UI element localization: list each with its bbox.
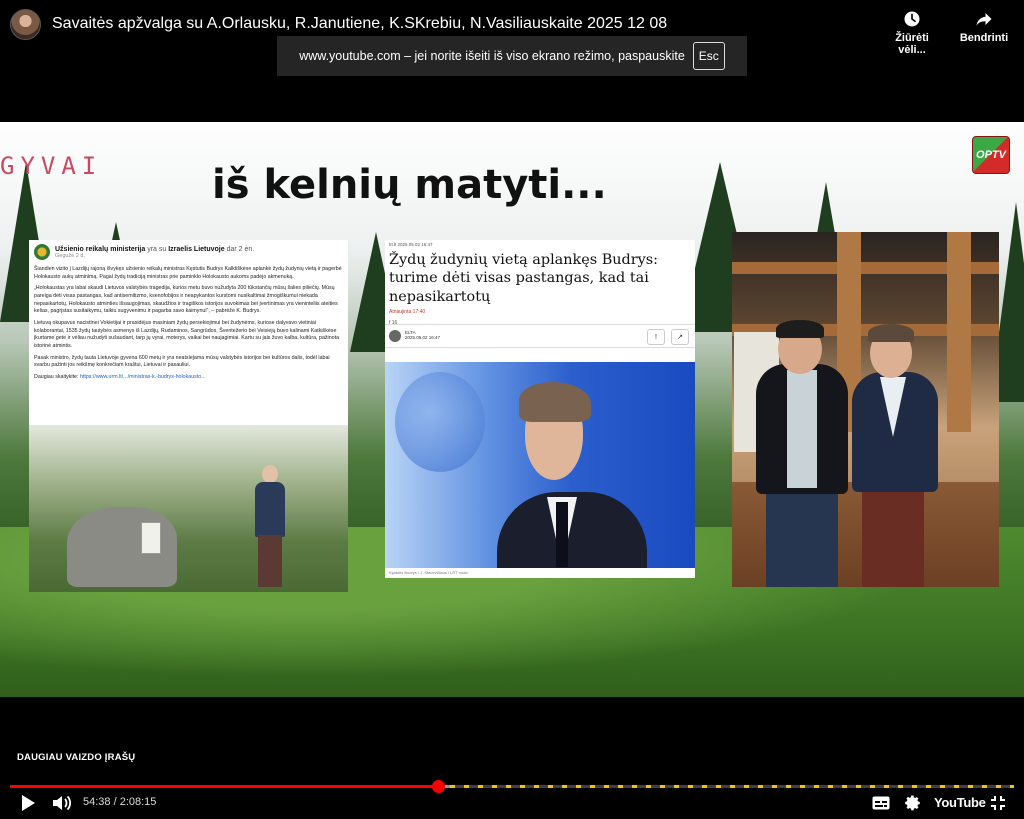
settings-icon bbox=[905, 795, 920, 811]
channel-avatar[interactable] bbox=[10, 9, 41, 40]
share-label: Bendrinti bbox=[959, 32, 1009, 44]
watch-later-icon bbox=[904, 11, 920, 27]
wood-post bbox=[947, 232, 971, 432]
person-left-hair bbox=[776, 320, 824, 338]
person-left-shirt bbox=[787, 370, 817, 488]
progress-played bbox=[10, 785, 438, 788]
person-left-jeans bbox=[766, 494, 838, 587]
fb-paragraph: Pasak ministro, žydų tauta Lietuvoje gyv… bbox=[34, 354, 330, 369]
subtitles-button[interactable] bbox=[869, 792, 893, 814]
video-frame[interactable]: GYVAI iš kelnių matyti... OPTV Užsienio … bbox=[0, 122, 1024, 697]
article-share-button: ↗ bbox=[671, 329, 689, 345]
tie bbox=[556, 502, 568, 567]
time-display: 54:38 / 2:08:15 bbox=[83, 796, 157, 808]
fb-time: dar 2 ėn. bbox=[226, 245, 255, 253]
video-title[interactable]: Savaitės apžvalga su A.Orlausku, R.Janut… bbox=[52, 15, 667, 33]
alert-button: ! bbox=[647, 329, 665, 345]
news-title: Žydų žudynių vietą aplankęs Budrys: turi… bbox=[389, 252, 659, 305]
optv-logo: OPTV bbox=[972, 136, 1010, 174]
gyvai-overlay-text: GYVAI bbox=[0, 152, 103, 180]
play-icon bbox=[22, 795, 35, 811]
esc-key: Esc bbox=[692, 42, 725, 70]
news-article-panel: lrt.lt 2025.05.02 16:47 Žydų žudynių vie… bbox=[385, 240, 695, 578]
fullscreen-exit-toast: www.youtube.com – jei norite išeiti iš v… bbox=[277, 36, 747, 76]
memorial-plaque bbox=[141, 522, 161, 554]
person-jacket bbox=[255, 482, 285, 537]
restaurant-photo-panel bbox=[732, 232, 999, 587]
fb-page-name: Užsienio reikalų ministerija yra su Izra… bbox=[55, 246, 254, 253]
volume-icon bbox=[53, 795, 72, 811]
more-videos-button[interactable]: DAUGIAU VAIZDO ĮRAŠŲ bbox=[17, 752, 135, 763]
chapter-markers bbox=[450, 785, 1014, 788]
fb-more-link: https://www.urm.lt/.../ministras-k.-budr… bbox=[79, 374, 206, 381]
fb-page-avatar bbox=[34, 244, 50, 260]
watch-later-button[interactable]: Žiūrėti vėli... bbox=[880, 10, 944, 56]
exit-fullscreen-icon bbox=[991, 796, 1005, 810]
news-portrait-photo bbox=[385, 362, 695, 568]
fb-with-text: yra su bbox=[147, 245, 167, 253]
person-right-trousers bbox=[862, 490, 924, 587]
fb-paragraph: „Holokaustas yra labai skaudi Lietuvos v… bbox=[34, 285, 338, 315]
settings-button[interactable] bbox=[901, 792, 925, 814]
fb-memorial-photo bbox=[29, 425, 348, 592]
fb-post-date: Gegužė 2 d. bbox=[55, 252, 85, 259]
hair bbox=[519, 382, 591, 422]
facebook-post-panel: Užsienio reikalų ministerija yra su Izra… bbox=[29, 240, 348, 592]
fb-paragraph: Šiandien vizito į Lazdijų rajoną išvykęs… bbox=[34, 266, 342, 280]
author-date: 2025.05.02 16:47 bbox=[405, 335, 441, 340]
news-author-bar: ELTA 2025.05.02 16:47 ! ↗ bbox=[385, 324, 695, 348]
fb-page-title: Užsienio reikalų ministerija bbox=[55, 245, 146, 253]
author-avatar bbox=[389, 330, 401, 342]
youtube-logo[interactable]: YouTube bbox=[934, 795, 986, 810]
person-head bbox=[262, 465, 278, 483]
share-button[interactable]: Bendrinti bbox=[952, 10, 1016, 44]
fb-more-label: Daugiau skaitykite: bbox=[34, 374, 79, 381]
news-updated: Atnaujinta 17:40 bbox=[389, 309, 426, 316]
slide-headline: iš kelnių matyti... bbox=[212, 162, 607, 208]
news-meta: lrt.lt 2025.05.02 16:47 bbox=[389, 242, 433, 247]
background-globe bbox=[395, 372, 485, 472]
play-button[interactable] bbox=[17, 792, 39, 814]
share-icon bbox=[976, 13, 992, 26]
fb-paragraph: Lietuvą okupavus nacistinei Vokietijai i… bbox=[34, 320, 340, 350]
fb-post-header: Užsienio reikalų ministerija yra su Izra… bbox=[29, 240, 348, 264]
fb-with-page: Izraelis Lietuvoje bbox=[168, 245, 225, 253]
progress-scrubber[interactable] bbox=[431, 780, 445, 793]
exit-fullscreen-button[interactable] bbox=[987, 792, 1009, 814]
fb-post-body: Šiandien vizito į Lazdijų rajoną išvykęs… bbox=[29, 264, 348, 388]
person-right-hair bbox=[868, 324, 914, 342]
person-trousers bbox=[258, 535, 282, 587]
toast-text: www.youtube.com – jei norite išeiti iš v… bbox=[299, 49, 685, 63]
watch-later-label: Žiūrėti vėli... bbox=[895, 32, 929, 56]
news-author: ELTA 2025.05.02 16:47 bbox=[405, 330, 440, 340]
subtitles-icon bbox=[872, 796, 890, 810]
volume-button[interactable] bbox=[50, 792, 74, 814]
fb-more-line: Daugiau skaitykite: https://www.urm.lt/.… bbox=[34, 374, 343, 382]
photo-caption: Kęstutis Budrys / J. Stacevičiaus / LRT … bbox=[389, 570, 469, 575]
